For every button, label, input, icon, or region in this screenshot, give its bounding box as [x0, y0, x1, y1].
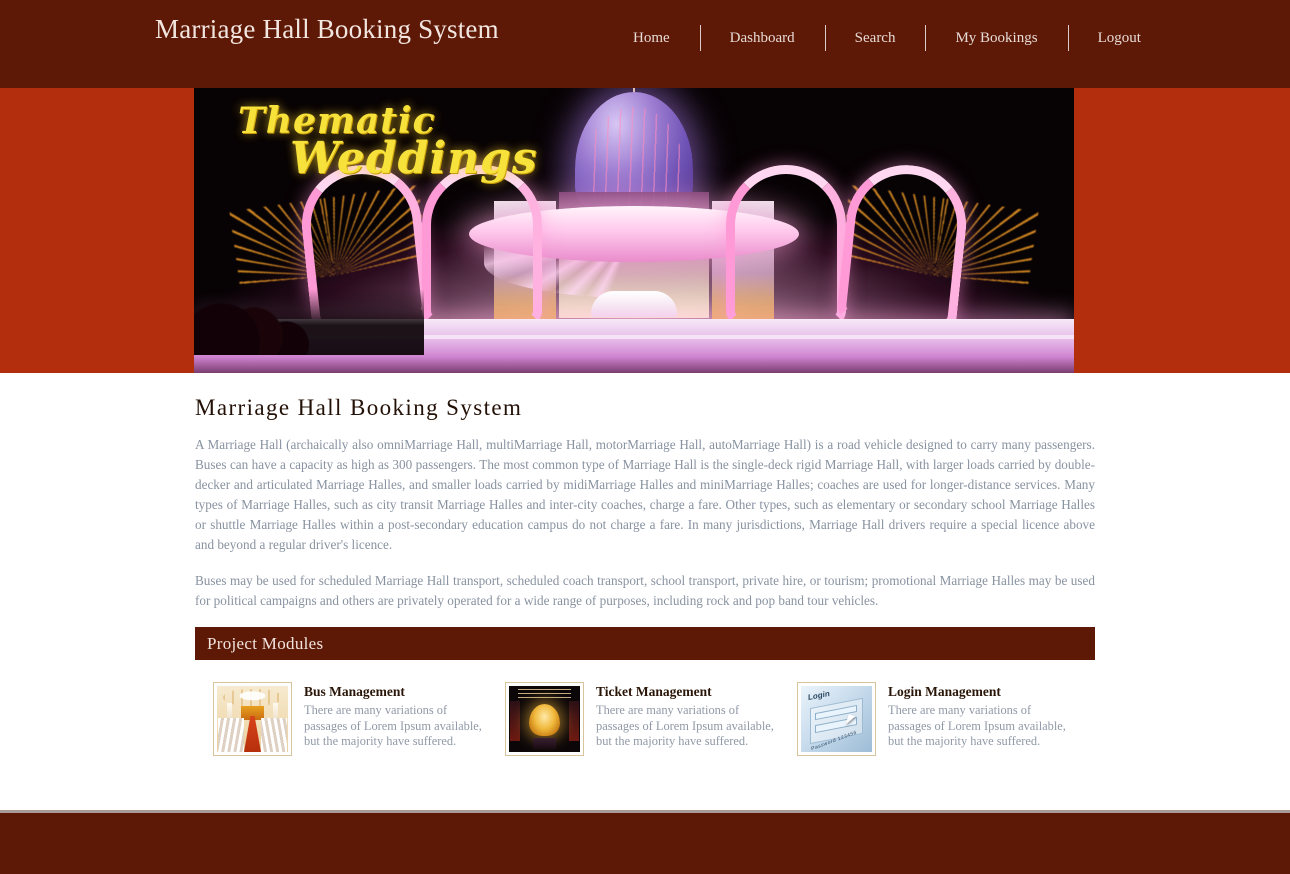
module-text-block: Login Management There are many variatio… [876, 682, 1074, 750]
module-card-login-management[interactable]: Login Password 123456 Login Management T… [779, 682, 1071, 756]
module-title: Ticket Management [596, 684, 712, 699]
module-description: There are many variations of passages of… [304, 703, 482, 748]
module-text-block: Ticket Management There are many variati… [584, 682, 782, 750]
module-card-bus-management[interactable]: Bus Management There are many variations… [195, 682, 487, 756]
module-card-ticket-management[interactable]: Ticket Management There are many variati… [487, 682, 779, 756]
login-thumb-heading: Login [808, 689, 830, 703]
hero-band: Thematic Weddings [0, 88, 1290, 373]
project-modules-bar: Project Modules [195, 627, 1095, 660]
nav-item-my-bookings[interactable]: My Bookings [925, 25, 1067, 51]
module-list: Bus Management There are many variations… [195, 660, 1095, 756]
module-text-block: Bus Management There are many variations… [292, 682, 490, 750]
nav-item-dashboard[interactable]: Dashboard [699, 25, 825, 51]
hero-arch-outer-right [835, 159, 973, 331]
nav-item-logout[interactable]: Logout [1067, 25, 1171, 51]
module-description: There are many variations of passages of… [596, 703, 774, 748]
marriage-hall-interior-thumbnail[interactable] [213, 682, 292, 756]
project-modules-title: Project Modules [207, 633, 324, 653]
site-header: Marriage Hall Booking System Home Dashbo… [0, 0, 1290, 88]
hero-audience-silhouettes [194, 289, 424, 355]
module-title: Login Management [888, 684, 1001, 699]
site-brand-title: Marriage Hall Booking System [155, 14, 499, 44]
hero-arch-inner-left [422, 165, 542, 325]
page-title: Marriage Hall Booking System [195, 395, 523, 420]
module-description: There are many variations of passages of… [888, 703, 1066, 748]
main-content: Marriage Hall Booking System A Marriage … [195, 373, 1095, 756]
module-title: Bus Management [304, 684, 405, 699]
nav-item-search[interactable]: Search [824, 25, 926, 51]
hero-banner-image: Thematic Weddings [194, 88, 1074, 373]
hero-stage-sofa [591, 291, 677, 317]
venue-entrance-thumbnail[interactable] [505, 682, 584, 756]
hero-script-text: Thematic Weddings [238, 102, 538, 184]
intro-paragraph-2: Buses may be used for scheduled Marriage… [195, 573, 1095, 608]
nav-item-home[interactable]: Home [603, 30, 700, 47]
hero-script-line-2: Weddings [290, 133, 538, 184]
intro-paragraph-1: A Marriage Hall (archaically also omniMa… [195, 437, 1095, 552]
login-form-thumbnail[interactable]: Login Password 123456 [797, 682, 876, 756]
main-navigation: Home Dashboard Search My Bookings Logout [603, 25, 1171, 51]
site-footer [0, 813, 1290, 874]
hero-arch-inner-right [726, 165, 846, 325]
